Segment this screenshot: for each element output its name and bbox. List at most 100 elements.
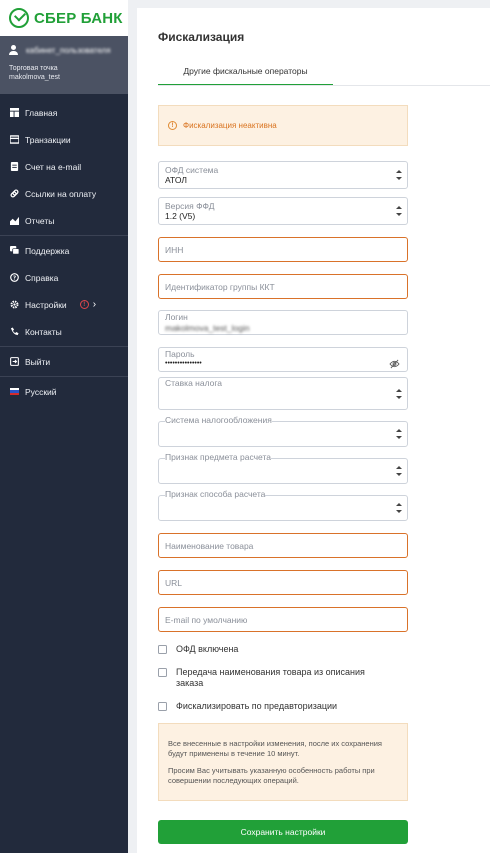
sidebar-item-logout[interactable]: Выйти [0, 348, 128, 375]
kkt-group-placeholder: Идентификатор группы ККТ [165, 281, 275, 292]
alert-text: Фискализация неактивна [183, 121, 277, 130]
payment-method-select[interactable]: Признак способа расчета [158, 489, 408, 521]
select-arrows-icon [396, 170, 402, 180]
sidebar: СБЕР БАНК кабинет_пользователя Торговая … [0, 0, 128, 853]
sber-logo-icon [9, 8, 29, 28]
fiscalization-status-alert: ! Фискализация неактивна [158, 105, 408, 146]
sidebar-item-help[interactable]: ? Справка [0, 264, 128, 291]
tax-system-select[interactable]: Система налогообложения [158, 415, 408, 447]
language-label: Русский [25, 386, 57, 397]
payment-method-label: Признак способа расчета [165, 489, 266, 499]
gear-icon [10, 300, 19, 309]
product-name-placeholder: Наименование товара [165, 540, 254, 551]
sidebar-item-label: Справка [25, 272, 59, 283]
product-name-input[interactable]: Наименование товара [158, 533, 408, 558]
checkbox[interactable] [158, 668, 167, 677]
url-input[interactable]: URL [158, 570, 408, 595]
ofd-system-label: ОФД система [165, 165, 219, 175]
sidebar-item-reports[interactable]: Отчеты [0, 207, 128, 234]
checkbox-label: ОФД включена [176, 644, 239, 654]
phone-icon [10, 327, 19, 336]
payment-object-select[interactable]: Признак предмета расчета [158, 452, 408, 484]
inn-input[interactable]: ИНН [158, 237, 408, 262]
reports-icon [10, 216, 19, 225]
tax-system-label: Система налогообложения [165, 415, 272, 425]
sidebar-item-invoice[interactable]: Счет на e-mail [0, 153, 128, 180]
select-arrows-icon [396, 503, 402, 513]
sidebar-item-contacts[interactable]: Контакты [0, 318, 128, 345]
ofd-system-value: АТОЛ [165, 175, 187, 185]
login-label: Логин [165, 312, 188, 322]
eye-off-icon[interactable] [389, 355, 400, 368]
logout-icon [10, 357, 19, 366]
svg-text:?: ? [13, 276, 16, 282]
checkbox[interactable] [158, 645, 167, 654]
store-value: makolmova_test [9, 74, 60, 81]
ru-flag-icon [10, 387, 19, 396]
warning-icon: ! [168, 121, 177, 130]
checkbox-label: Фискализировать по предавторизации [176, 701, 338, 711]
account-panel: кабинет_пользователя Торговая точка mako… [0, 36, 128, 94]
select-arrows-icon [396, 466, 402, 476]
chevron-right-icon: › [92, 299, 97, 310]
sidebar-item-label: Контакты [25, 326, 62, 337]
settings-warning-icon: ! [79, 300, 89, 309]
login-input[interactable]: Логин makolmova_test_login [158, 310, 408, 335]
sber-logo[interactable]: СБЕР БАНК [0, 0, 128, 36]
note-line-1: Все внесенные в настройки изменения, пос… [168, 739, 382, 758]
select-arrows-icon [396, 429, 402, 439]
link-icon [10, 189, 19, 198]
language-selector[interactable]: Русский [0, 378, 128, 405]
invoice-icon [10, 162, 19, 171]
sidebar-item-payment-links[interactable]: Ссылки на оплату [0, 180, 128, 207]
sidebar-item-label: Выйти [25, 356, 51, 367]
select-arrows-icon [396, 206, 402, 216]
ffd-version-label: Версия ФФД [165, 201, 215, 211]
sidebar-item-transactions[interactable]: Транзакции [0, 126, 128, 153]
sidebar-item-settings[interactable]: Настройки ! › [0, 291, 128, 318]
note-line-2: Просим Вас учитывать указанную особеннос… [168, 766, 375, 785]
sidebar-divider [0, 376, 128, 377]
payment-object-label: Признак предмета расчета [165, 452, 271, 462]
default-email-placeholder: E-mail по умолчанию [165, 614, 248, 625]
ffd-version-select[interactable]: Версия ФФД 1.2 (V5) [158, 197, 408, 225]
checkbox-pass-description[interactable]: Передача наименования товара из описания… [158, 667, 388, 689]
sidebar-item-support[interactable]: Поддержка [0, 237, 128, 264]
sidebar-item-label: Настройки [25, 299, 67, 310]
tabs-underline [158, 85, 490, 86]
checkbox-fiscalize-preauth[interactable]: Фискализировать по предавторизации [158, 701, 337, 712]
store-label: Торговая точка [9, 65, 58, 72]
password-input[interactable]: Пароль ••••••••••••••• [158, 347, 408, 372]
password-value: ••••••••••••••• [165, 360, 202, 367]
tax-rate-label: Ставка налога [165, 378, 223, 388]
login-value: makolmova_test_login [165, 323, 250, 333]
checkbox[interactable] [158, 702, 167, 711]
settings-info-note: Все внесенные в настройки изменения, пос… [158, 723, 408, 801]
tax-rate-select[interactable]: Ставка налога [158, 377, 408, 410]
password-label: Пароль [165, 349, 195, 359]
default-email-input[interactable]: E-mail по умолчанию [158, 607, 408, 632]
checkbox-label: Передача наименования товара из описания… [176, 667, 365, 688]
tab-other-fiscal-operators[interactable]: Другие фискальные операторы [158, 58, 333, 86]
sidebar-item-label: Транзакции [25, 134, 71, 145]
chat-icon [10, 246, 19, 255]
sidebar-item-label: Счет на e-mail [25, 161, 82, 172]
save-settings-button[interactable]: Сохранить настройки [158, 820, 408, 844]
sidebar-item-label: Ссылки на оплату [25, 188, 97, 199]
help-icon: ? [10, 273, 19, 282]
url-placeholder: URL [165, 577, 183, 588]
inn-placeholder: ИНН [165, 244, 184, 255]
main-panel: Фискализация Другие фискальные операторы… [137, 8, 490, 853]
kkt-group-input[interactable]: Идентификатор группы ККТ [158, 274, 408, 299]
checkbox-ofd-enabled[interactable]: ОФД включена [158, 644, 238, 655]
sidebar-item-label: Главная [25, 107, 58, 118]
page-title: Фискализация [158, 30, 245, 44]
transactions-icon [10, 135, 19, 144]
home-icon [10, 108, 19, 117]
sidebar-divider [0, 346, 128, 347]
sidebar-item-label: Поддержка [25, 245, 70, 256]
ofd-system-select[interactable]: ОФД система АТОЛ [158, 161, 408, 189]
select-arrows-icon [396, 389, 402, 399]
sidebar-item-home[interactable]: Главная [0, 99, 128, 126]
sidebar-divider [0, 235, 128, 236]
